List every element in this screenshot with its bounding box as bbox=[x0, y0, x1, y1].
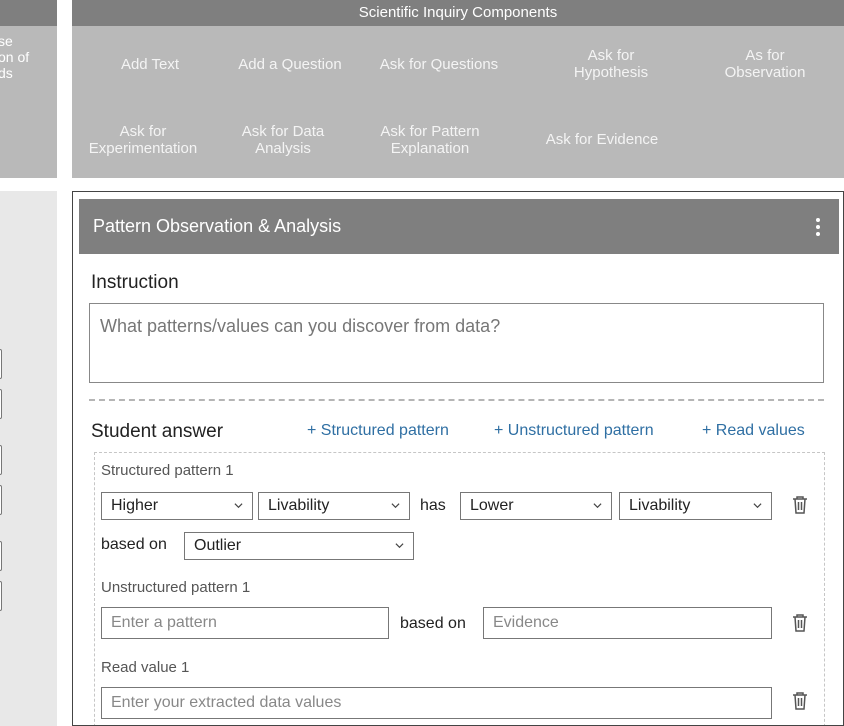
ask-for-questions-button[interactable]: Ask for Questions bbox=[364, 44, 514, 84]
left-panel-field[interactable] bbox=[0, 485, 2, 515]
trash-icon[interactable] bbox=[791, 495, 809, 515]
chevron-down-icon bbox=[234, 503, 243, 509]
trash-icon[interactable] bbox=[791, 691, 809, 711]
read-value-input[interactable]: Enter your extracted data values bbox=[101, 687, 772, 719]
unstructured-pattern-label: Unstructured pattern 1 bbox=[101, 579, 251, 596]
kebab-menu-icon[interactable] bbox=[813, 215, 823, 239]
subject-field-select[interactable]: Livability bbox=[258, 492, 410, 520]
chevron-down-icon bbox=[593, 503, 602, 509]
ask-for-pattern-explanation-button[interactable]: Ask for Pattern Explanation bbox=[360, 120, 500, 160]
based-on-text: based on bbox=[400, 615, 466, 632]
left-panel-top-text: se on of ds bbox=[0, 33, 30, 81]
ask-for-hypothesis-button[interactable]: Ask for Hypothesis bbox=[536, 44, 686, 84]
object-level-select[interactable]: Lower bbox=[460, 492, 612, 520]
pattern-input[interactable]: Enter a pattern bbox=[101, 607, 389, 639]
ask-for-data-analysis-button[interactable]: Ask for Data Analysis bbox=[218, 120, 348, 160]
left-panel-field[interactable] bbox=[0, 389, 2, 419]
ask-for-evidence-button[interactable]: Ask for Evidence bbox=[522, 119, 682, 159]
add-text-button[interactable]: Add Text bbox=[75, 44, 225, 84]
evidence-input[interactable]: Evidence bbox=[483, 607, 772, 639]
object-level-value: Lower bbox=[470, 497, 514, 514]
chevron-down-icon bbox=[753, 503, 762, 509]
basis-value: Outlier bbox=[194, 537, 242, 554]
add-read-values-link[interactable]: + Read values bbox=[702, 422, 805, 440]
left-panel-field[interactable] bbox=[0, 349, 2, 379]
chevron-down-icon bbox=[391, 503, 400, 509]
instruction-label: Instruction bbox=[91, 272, 179, 293]
subject-level-select[interactable]: Higher bbox=[101, 492, 253, 520]
card-title: Pattern Observation & Analysis bbox=[93, 216, 342, 236]
basis-select[interactable]: Outlier bbox=[184, 532, 414, 560]
ask-for-observation-button[interactable]: As for Observation bbox=[690, 44, 840, 84]
subject-field-value: Livability bbox=[268, 497, 330, 514]
student-answer-label: Student answer bbox=[91, 421, 224, 442]
left-panel-top: se on of ds bbox=[0, 0, 57, 178]
read-value-label: Read value 1 bbox=[101, 659, 190, 676]
answers-area: Structured pattern 1 Higher Livability h… bbox=[94, 452, 825, 725]
card-header: Pattern Observation & Analysis bbox=[79, 199, 839, 254]
subject-level-value: Higher bbox=[111, 497, 159, 514]
pattern-observation-card: Pattern Observation & Analysis Instructi… bbox=[72, 191, 844, 726]
left-panel bbox=[0, 191, 57, 726]
add-unstructured-pattern-link[interactable]: + Unstructured pattern bbox=[494, 422, 654, 440]
object-field-value: Livability bbox=[629, 497, 691, 514]
has-text: has bbox=[420, 497, 446, 514]
left-panel-field[interactable] bbox=[0, 581, 2, 611]
chevron-down-icon bbox=[395, 543, 404, 549]
scientific-inquiry-components: Scientific Inquiry Components Add Text A… bbox=[72, 0, 844, 178]
instruction-input[interactable]: What patterns/values can you discover fr… bbox=[89, 303, 824, 383]
add-structured-pattern-link[interactable]: + Structured pattern bbox=[307, 422, 449, 440]
structured-pattern-label: Structured pattern 1 bbox=[101, 462, 234, 479]
ask-for-experimentation-button[interactable]: Ask for Experimentation bbox=[68, 120, 218, 160]
add-question-button[interactable]: Add a Question bbox=[215, 44, 365, 84]
based-on-text: based on bbox=[101, 536, 167, 553]
left-panel-field[interactable] bbox=[0, 541, 2, 571]
left-panel-top-header bbox=[0, 0, 57, 26]
left-panel-field[interactable] bbox=[0, 445, 2, 475]
trash-icon[interactable] bbox=[791, 613, 809, 633]
components-header: Scientific Inquiry Components bbox=[72, 0, 844, 26]
section-divider bbox=[89, 399, 824, 401]
object-field-select[interactable]: Livability bbox=[619, 492, 772, 520]
